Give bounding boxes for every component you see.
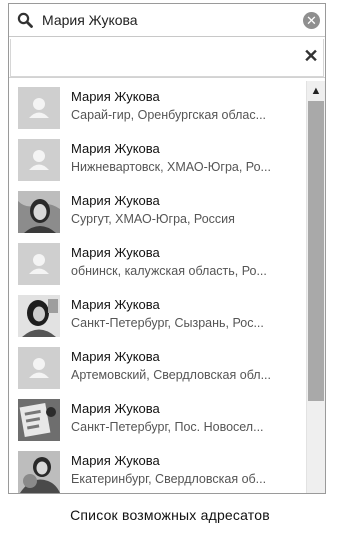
contact-location: Сарай-гир, Оренбургская облас... xyxy=(71,108,267,122)
user-placeholder-icon xyxy=(18,243,60,285)
contact-location: Санкт-Петербург, Сызрань, Рос... xyxy=(71,316,264,330)
avatar xyxy=(18,139,60,181)
profile-photo xyxy=(18,399,60,441)
search-bar: ✕ xyxy=(9,4,325,37)
contact-name: Мария Жукова xyxy=(71,245,160,260)
scrollbar-thumb[interactable] xyxy=(308,101,324,401)
search-icon xyxy=(17,12,33,28)
user-placeholder-icon xyxy=(18,87,60,129)
contact-name: Мария Жукова xyxy=(71,453,160,468)
contact-location: Нижневартовск, ХМАО-Югра, Ро... xyxy=(71,160,271,174)
contact-location: обнинск, калужская область, Ро... xyxy=(71,264,267,278)
vertical-scrollbar[interactable]: ▲ xyxy=(306,81,325,493)
contact-name: Мария Жукова xyxy=(71,193,160,208)
contact-name: Мария Жукова xyxy=(71,349,160,364)
contact-location: Екатеринбург, Свердловская об... xyxy=(71,472,267,486)
list-item[interactable]: Мария Жукова Екатеринбург, Свердловская … xyxy=(9,449,305,493)
clear-search-icon[interactable]: ✕ xyxy=(303,12,320,29)
avatar xyxy=(18,399,60,441)
list-item[interactable]: Мария Жукова Нижневартовск, ХМАО-Югра, Р… xyxy=(9,137,305,189)
contact-name: Мария Жукова xyxy=(71,401,160,416)
avatar xyxy=(18,347,60,389)
results-list: Мария Жукова Сарай-гир, Оренбургская обл… xyxy=(9,81,305,493)
contact-location: Сургут, ХМАО-Югра, Россия xyxy=(71,212,235,226)
avatar xyxy=(18,87,60,129)
close-icon[interactable]: ✕ xyxy=(303,47,319,65)
list-item[interactable]: Мария Жукова Сарай-гир, Оренбургская обл… xyxy=(9,85,305,137)
search-input[interactable] xyxy=(42,8,292,32)
avatar xyxy=(18,191,60,233)
contact-name: Мария Жукова xyxy=(71,89,160,104)
avatar xyxy=(18,451,60,493)
contact-name: Мария Жукова xyxy=(71,297,160,312)
user-placeholder-icon xyxy=(18,347,60,389)
chevron-up-icon[interactable]: ▲ xyxy=(307,83,325,99)
contact-location: Санкт-Петербург, Пос. Новосел... xyxy=(71,420,264,434)
avatar xyxy=(18,295,60,337)
list-item[interactable]: Мария Жукова Сургут, ХМАО-Югра, Россия xyxy=(9,189,305,241)
figure-caption: Список возможных адресатов xyxy=(70,507,270,523)
contact-name: Мария Жукова xyxy=(71,141,160,156)
list-item[interactable]: Мария Жукова Артемовский, Свердловская о… xyxy=(9,345,305,397)
list-item[interactable]: Мария Жукова Санкт-Петербург, Пос. Новос… xyxy=(9,397,305,449)
list-item[interactable]: Мария Жукова Санкт-Петербург, Сызрань, Р… xyxy=(9,293,305,345)
contact-location: Артемовский, Свердловская обл... xyxy=(71,368,271,382)
list-item[interactable]: Мария Жукова обнинск, калужская область,… xyxy=(9,241,305,293)
recipient-field[interactable] xyxy=(10,39,324,77)
recipient-field-row: ✕ xyxy=(9,38,325,78)
avatar xyxy=(18,243,60,285)
profile-photo xyxy=(18,191,60,233)
profile-photo xyxy=(18,295,60,337)
profile-photo xyxy=(18,451,60,493)
recipient-picker: ✕ ✕ Мария Жукова Сарай-гир, Оренбургская… xyxy=(8,3,326,494)
user-placeholder-icon xyxy=(18,139,60,181)
